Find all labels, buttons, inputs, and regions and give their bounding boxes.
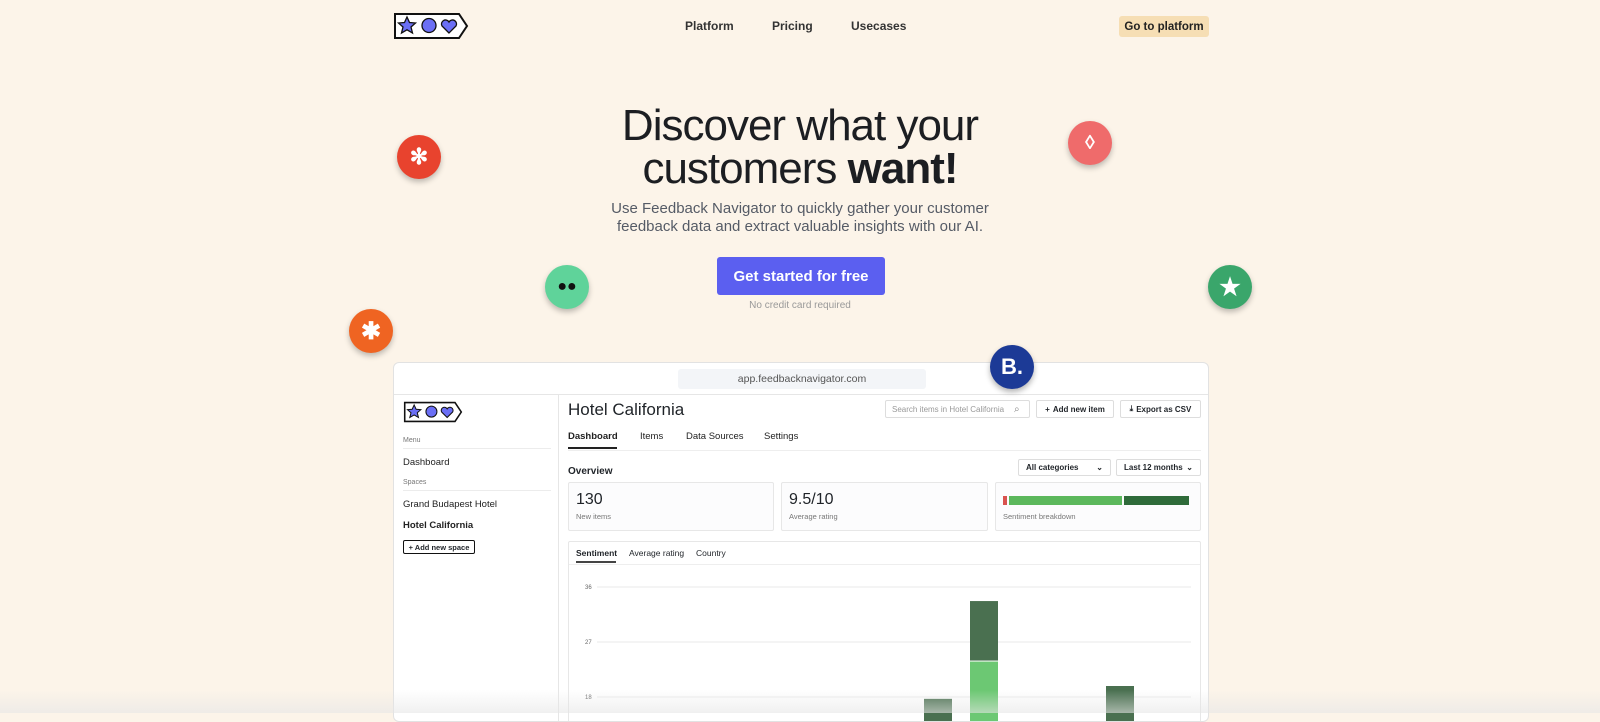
stat-label: Average rating	[789, 512, 838, 521]
divider	[568, 450, 1201, 451]
search-icon: ⌕	[1014, 403, 1020, 415]
title-bold: want!	[847, 144, 959, 193]
stat-label: Sentiment breakdown	[1003, 512, 1076, 521]
stat-value: 9.5/10	[789, 491, 834, 508]
hero-subtitle: Use Feedback Navigator to quickly gather…	[0, 200, 1600, 236]
sentiment-segment-very-positive	[1123, 496, 1190, 505]
category-select[interactable]: All categories ⌄	[1018, 459, 1111, 476]
chart-bar-segment	[970, 601, 998, 661]
airbnb-icon: ◊	[1068, 121, 1112, 165]
sentiment-segment-negative	[1003, 496, 1007, 505]
nav-usecases[interactable]: Usecases	[851, 19, 906, 33]
period-select[interactable]: Last 12 months ⌄	[1116, 459, 1201, 476]
active-tab-indicator	[568, 447, 617, 449]
nav-pricing[interactable]: Pricing	[772, 19, 813, 33]
go-to-platform-button[interactable]: Go to platform	[1119, 16, 1209, 37]
subtitle-line1: Use Feedback Navigator to quickly gather…	[611, 200, 989, 217]
trustpilot-icon: ★	[1208, 265, 1252, 309]
add-new-item-button[interactable]: + Add new item	[1036, 400, 1114, 418]
export-label: Export as CSV	[1136, 404, 1192, 414]
title-line2: customers	[642, 144, 837, 193]
add-new-space-button[interactable]: + Add new space	[403, 540, 475, 554]
yelp-icon: ✻	[397, 135, 441, 179]
get-started-button[interactable]: Get started for free	[717, 257, 885, 295]
download-icon: ⤓	[1129, 404, 1134, 413]
title-line1: Discover what your	[621, 101, 979, 150]
address-bar: app.feedbacknavigator.com	[678, 369, 926, 389]
sidebar-item-dashboard[interactable]: Dashboard	[403, 457, 449, 468]
export-csv-button[interactable]: ⤓ Export as CSV	[1120, 400, 1201, 418]
plus-icon: +	[1045, 404, 1050, 414]
y-tick-label: 36	[585, 585, 592, 591]
browser-bar: app.feedbacknavigator.com	[394, 363, 1208, 395]
tab-settings[interactable]: Settings	[764, 431, 798, 442]
chevron-down-icon: ⌄	[1186, 463, 1193, 472]
stat-card-new-items: 130 New items	[568, 482, 774, 531]
hero-title: Discover what your customers want!	[0, 101, 1600, 193]
search-placeholder: Search items in Hotel California	[892, 404, 1005, 414]
bottom-fade	[0, 690, 1600, 713]
add-item-label: Add new item	[1052, 404, 1105, 414]
tab-data-sources[interactable]: Data Sources	[686, 431, 744, 442]
sidebar-item-grand-budapest[interactable]: Grand Budapest Hotel	[403, 499, 497, 510]
tab-dashboard[interactable]: Dashboard	[568, 431, 618, 442]
booking-icon: B.	[990, 345, 1034, 389]
nav-platform[interactable]: Platform	[685, 19, 734, 33]
stat-label: New items	[576, 512, 612, 521]
tripadvisor-icon: ●●	[545, 265, 589, 309]
stat-card-sentiment: Sentiment breakdown	[995, 482, 1201, 531]
y-tick-label: 27	[585, 640, 592, 646]
period-value: Last 12 months	[1124, 463, 1183, 472]
app-logo	[403, 401, 463, 423]
zendesk-icon: ✱	[349, 309, 393, 353]
tab-items[interactable]: Items	[640, 431, 663, 442]
stat-card-average-rating: 9.5/10 Average rating	[781, 482, 988, 531]
category-value: All categories	[1026, 463, 1079, 472]
page-title: Hotel California	[568, 400, 685, 419]
sidebar: Menu Dashboard Spaces Grand Budapest Hot…	[394, 395, 559, 721]
no-credit-card-note: No credit card required	[749, 300, 851, 311]
search-input[interactable]: Search items in Hotel California ⌕	[885, 400, 1030, 418]
sentiment-segment-positive	[1008, 496, 1122, 505]
chevron-down-icon: ⌄	[1096, 463, 1103, 472]
overview-heading: Overview	[568, 466, 613, 477]
sidebar-item-hotel-california[interactable]: Hotel California	[403, 520, 473, 531]
spaces-label: Spaces	[403, 479, 427, 486]
stat-value: 130	[576, 491, 603, 508]
app-preview-window: app.feedbacknavigator.com Menu Dashboard…	[393, 362, 1209, 722]
main-content: Hotel California Search items in Hotel C…	[559, 395, 1208, 721]
sentiment-bar	[1003, 496, 1195, 505]
subtitle-line2: feedback data and extract valuable insig…	[616, 218, 984, 235]
logo[interactable]	[393, 12, 469, 40]
menu-label: Menu	[403, 437, 421, 444]
